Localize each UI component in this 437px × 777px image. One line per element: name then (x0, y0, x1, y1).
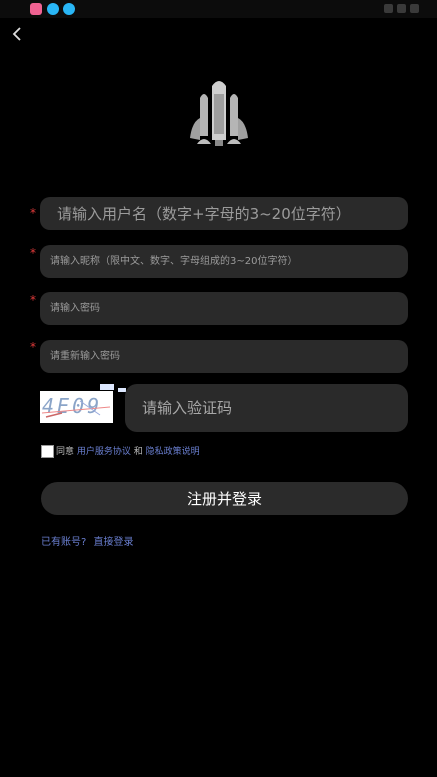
captcha-image[interactable]: 4E09 (40, 391, 113, 423)
back-chevron-icon[interactable] (10, 24, 26, 44)
login-link[interactable]: 直接登录 (94, 537, 134, 548)
required-mark: * (30, 293, 36, 307)
agreement-text: 同意 用户服务协议 和 隐私政策说明 (56, 444, 200, 457)
privacy-policy-link[interactable]: 隐私政策说明 (146, 447, 200, 457)
confirm-password-input[interactable] (40, 340, 408, 373)
app-icon (47, 3, 59, 15)
app-icon (63, 3, 75, 15)
agreement-and: 和 (133, 447, 143, 457)
captcha-input[interactable] (125, 384, 408, 432)
have-account-text: 已有账号? (41, 537, 87, 548)
required-mark: * (30, 206, 36, 220)
wifi-icon (397, 4, 406, 13)
signal-icon (384, 4, 393, 13)
rocket-logo-icon (188, 78, 250, 154)
register-login-button[interactable]: 注册并登录 (41, 482, 408, 515)
password-input[interactable] (40, 292, 408, 325)
login-prompt: 已有账号? 直接登录 (41, 533, 138, 548)
app-icon (30, 3, 42, 15)
agreement-prefix: 同意 (56, 447, 75, 457)
nickname-input[interactable] (40, 245, 408, 278)
username-input[interactable] (40, 197, 408, 230)
required-mark: * (30, 246, 36, 260)
battery-icon (410, 4, 419, 13)
status-bar (0, 0, 437, 18)
agreement-checkbox[interactable] (41, 445, 54, 458)
captcha-noise (100, 384, 114, 390)
user-agreement-link[interactable]: 用户服务协议 (77, 447, 131, 457)
required-mark: * (30, 340, 36, 354)
